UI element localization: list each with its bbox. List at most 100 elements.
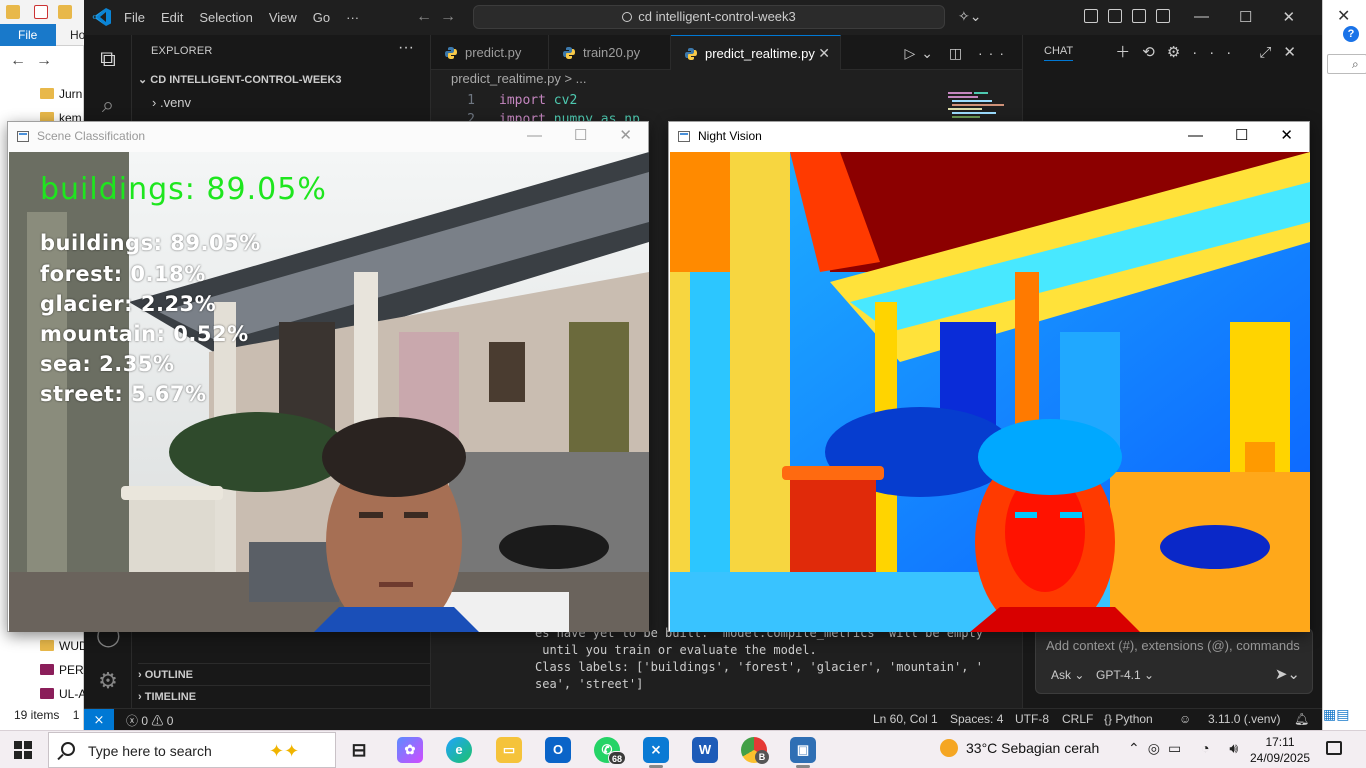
search-icon <box>61 742 75 756</box>
new-folder-icon[interactable] <box>58 5 72 19</box>
terminal-output[interactable]: es have yet to be built. `model.compile_… <box>535 625 983 693</box>
system-tray[interactable]: ⌃◎▭ ◔ 🔊︎ <box>1128 740 1246 757</box>
window-title-bar[interactable]: Night Vision — ☐ ✕ <box>669 122 1309 152</box>
indentation[interactable]: Spaces: 4 <box>950 712 1003 726</box>
title-bar: File Edit Selection View Go ··· ←→ cd in… <box>84 0 1322 35</box>
folder-icon <box>40 640 54 651</box>
copilot-icon[interactable]: ✧⌄ <box>958 8 981 25</box>
minimize-icon[interactable]: — <box>527 122 542 150</box>
nav-arrows-icon[interactable]: ←→ <box>416 8 464 26</box>
class-score: street: 5.67% <box>40 382 207 406</box>
close-icon[interactable]: ✕ <box>1282 8 1295 26</box>
task-view-icon[interactable]: ⊟ <box>346 737 372 763</box>
menu-bar: File Edit Selection View Go ··· <box>124 10 375 25</box>
maximize-icon[interactable]: ☐ <box>1235 122 1248 150</box>
chrome-profile-badge: B <box>755 750 769 764</box>
close-icon[interactable]: ✕ <box>619 122 632 150</box>
menu-edit[interactable]: Edit <box>161 10 183 25</box>
tab-predict[interactable]: predict.py <box>431 35 549 70</box>
editor-actions[interactable]: ▷⌄ ◫ ··· <box>905 45 1011 62</box>
command-center[interactable]: cd intelligent-control-week3 <box>473 5 945 29</box>
search-highlight-icon: ✦✦ <box>269 741 300 761</box>
list-item[interactable]: WUD <box>40 636 90 656</box>
edge-icon[interactable]: e <box>446 737 472 763</box>
chat-model-select[interactable]: GPT-4.1 ⌄ <box>1096 668 1154 682</box>
explorer-title: EXPLORER <box>151 45 213 57</box>
menu-go[interactable]: Go <box>313 10 330 25</box>
toggle-secondary-sidebar-icon[interactable] <box>1156 9 1170 23</box>
customize-layout-icon[interactable] <box>1084 9 1098 23</box>
tree-item-venv[interactable]: › .venv <box>152 95 191 110</box>
list-item[interactable]: Jurn <box>40 84 90 104</box>
tab-train20[interactable]: train20.py <box>549 35 671 70</box>
clock[interactable]: 17:11 24/09/2025 <box>1250 734 1310 766</box>
close-icon[interactable]: ✕ <box>1280 122 1293 150</box>
ribbon-file-tab[interactable]: File <box>0 24 56 46</box>
timeline-section[interactable]: › TIMELINE <box>138 685 430 707</box>
copilot-app-icon[interactable]: ✿ <box>397 737 423 763</box>
menu-selection[interactable]: Selection <box>199 10 252 25</box>
more-actions-icon[interactable]: ··· <box>398 39 414 57</box>
line-ending[interactable]: CRLF <box>1062 712 1093 726</box>
breadcrumb[interactable]: predict_realtime.py > ... <box>451 71 586 86</box>
minimize-icon[interactable]: — <box>1194 8 1209 26</box>
menu-view[interactable]: View <box>269 10 297 25</box>
properties-icon[interactable] <box>34 5 48 19</box>
colormap-frame-image <box>670 152 1310 632</box>
problems-indicator[interactable]: ⓧ 0 ⚠ 0 <box>126 712 173 729</box>
taskbar-search[interactable]: Type here to search ✦✦ <box>48 732 336 768</box>
python-app-icon[interactable]: ▣ <box>790 737 816 768</box>
bell-icon[interactable]: 🔔︎ <box>1294 712 1309 726</box>
chat-actions[interactable]: ＋⟲⚙··· ⤢✕ <box>1115 41 1308 62</box>
weather-sun-icon <box>940 739 958 757</box>
search-placeholder: Type here to search <box>88 743 212 759</box>
maximize-icon[interactable]: ☐ <box>574 122 587 150</box>
word-icon[interactable]: W <box>692 737 718 763</box>
tab-predict-realtime[interactable]: predict_realtime.py ✕ <box>671 35 841 70</box>
explorer-icon[interactable]: ⧉ <box>96 47 120 71</box>
search-icon[interactable]: ⌕ <box>1327 54 1366 74</box>
help-icon[interactable]: ? <box>1343 26 1359 42</box>
encoding[interactable]: UTF-8 <box>1015 712 1049 726</box>
send-icon[interactable]: ➤⌄ <box>1275 665 1300 683</box>
outline-section[interactable]: › OUTLINE <box>138 663 430 685</box>
ribbon-tabs: File Ho <box>0 24 85 46</box>
search-icon[interactable]: ⌕ <box>96 93 120 117</box>
list-item[interactable]: PERA <box>40 660 90 680</box>
project-folder[interactable]: ⌄ CD INTELLIGENT-CONTROL-WEEK3 <box>138 73 342 86</box>
list-item[interactable]: UL-A <box>40 684 90 704</box>
toggle-panel-icon[interactable] <box>1132 9 1146 23</box>
background-window-right: ✕ ? ⌕ ▦▤ <box>1322 0 1366 730</box>
window-title-bar[interactable]: Scene Classification — ☐ ✕ <box>8 122 648 152</box>
toggle-sidebar-icon[interactable] <box>1108 9 1122 23</box>
chat-input[interactable]: Add context (#), extensions (@), command… <box>1035 628 1313 694</box>
close-icon[interactable]: ✕ <box>1337 6 1350 26</box>
folder-icon[interactable] <box>6 5 20 19</box>
whatsapp-icon[interactable]: ✆ 68 <box>594 737 626 765</box>
copilot-status-icon[interactable]: ☺ <box>1179 712 1191 726</box>
window-controls: — ☐ ✕ <box>1194 8 1295 26</box>
weather-widget[interactable]: 33°C Sebagian cerah <box>940 739 1099 757</box>
minimap[interactable] <box>948 90 1012 120</box>
maximize-icon[interactable]: ☐ <box>1239 8 1252 26</box>
file-explorer-icon[interactable]: ▭ <box>496 737 522 763</box>
view-toggle-icon[interactable]: ▦▤ <box>1323 706 1349 723</box>
outlook-icon[interactable]: O <box>545 737 571 763</box>
language-mode[interactable]: {} Python <box>1104 712 1153 726</box>
vscode-taskbar-icon[interactable]: ⨯ <box>643 737 669 768</box>
gear-icon[interactable]: ⚙ <box>96 669 120 693</box>
chat-mode-select[interactable]: Ask ⌄ <box>1051 668 1084 682</box>
cursor-position[interactable]: Ln 60, Col 1 <box>873 712 938 726</box>
close-tab-icon[interactable]: ✕ <box>818 36 830 71</box>
python-file-icon <box>445 47 457 59</box>
minimize-icon[interactable]: — <box>1188 122 1203 150</box>
python-interpreter[interactable]: 3.11.0 (.venv) <box>1208 712 1280 726</box>
back-forward-icons[interactable]: ←→ <box>10 52 62 70</box>
remote-icon[interactable]: ⨯ <box>84 709 114 731</box>
menu-more[interactable]: ··· <box>346 10 359 25</box>
chrome-icon[interactable]: B <box>741 737 769 764</box>
windows-start-icon[interactable] <box>14 741 32 759</box>
camera-feed: buildings: 89.05% buildings: 89.05% fore… <box>9 152 649 632</box>
menu-file[interactable]: File <box>124 10 145 25</box>
notification-center-icon[interactable] <box>1326 741 1342 755</box>
